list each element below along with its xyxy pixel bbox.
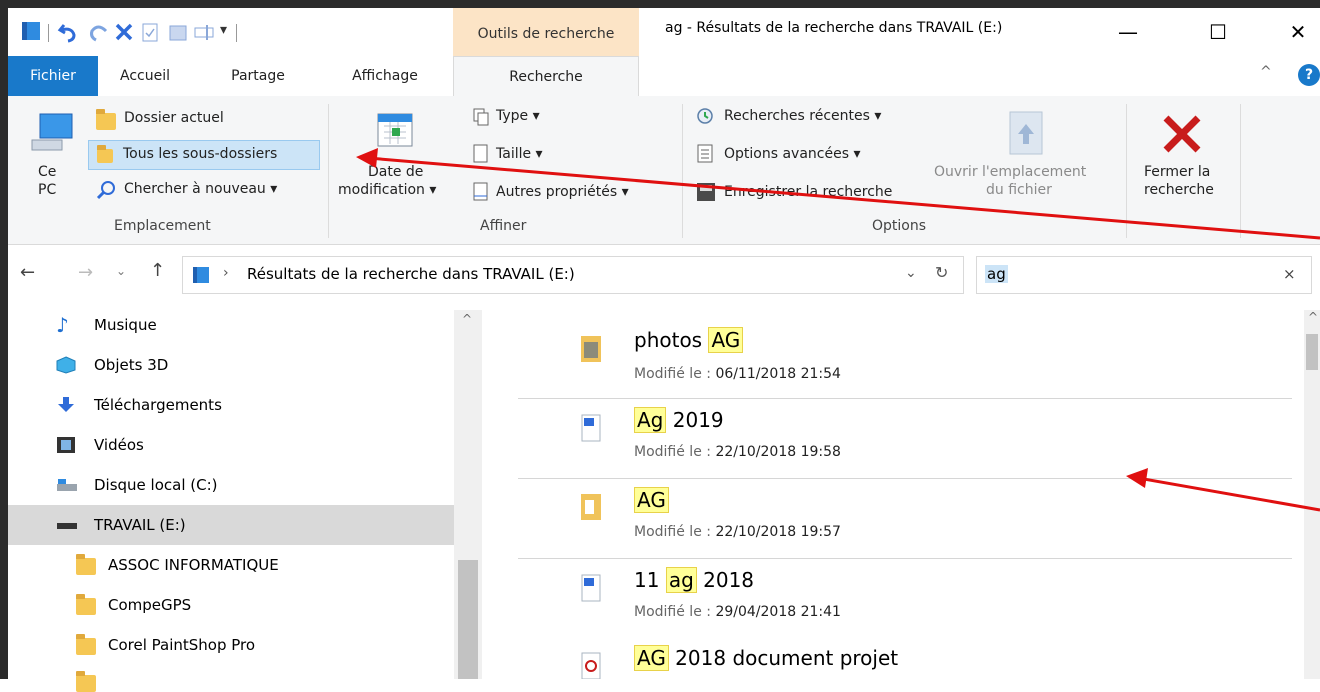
annotation-arrow-line [1137, 476, 1320, 512]
annotation-arrows [356, 148, 1320, 512]
annotation-arrowhead [1126, 468, 1148, 488]
annotation-arrowhead [356, 148, 378, 168]
annotation-arrow-line [367, 156, 1320, 240]
